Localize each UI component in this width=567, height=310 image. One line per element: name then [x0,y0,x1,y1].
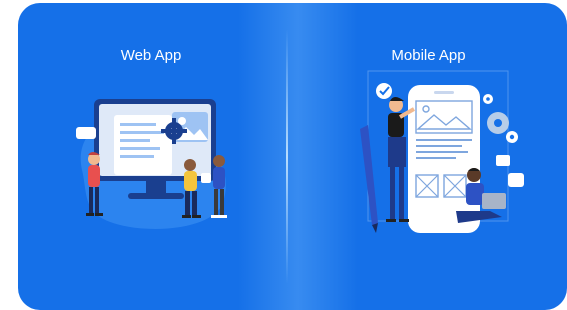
web-app-label: Web App [120,47,182,64]
app-type-card: Web App Mobile App [18,3,567,310]
mobile-app-option[interactable]: Mobile App [290,3,567,310]
mobile-app-label: Mobile App [391,47,466,64]
mobile-app-illustration [360,70,524,233]
web-app-illustration [76,99,227,229]
web-app-option[interactable]: Web App [18,3,284,310]
option-divider [286,29,288,284]
